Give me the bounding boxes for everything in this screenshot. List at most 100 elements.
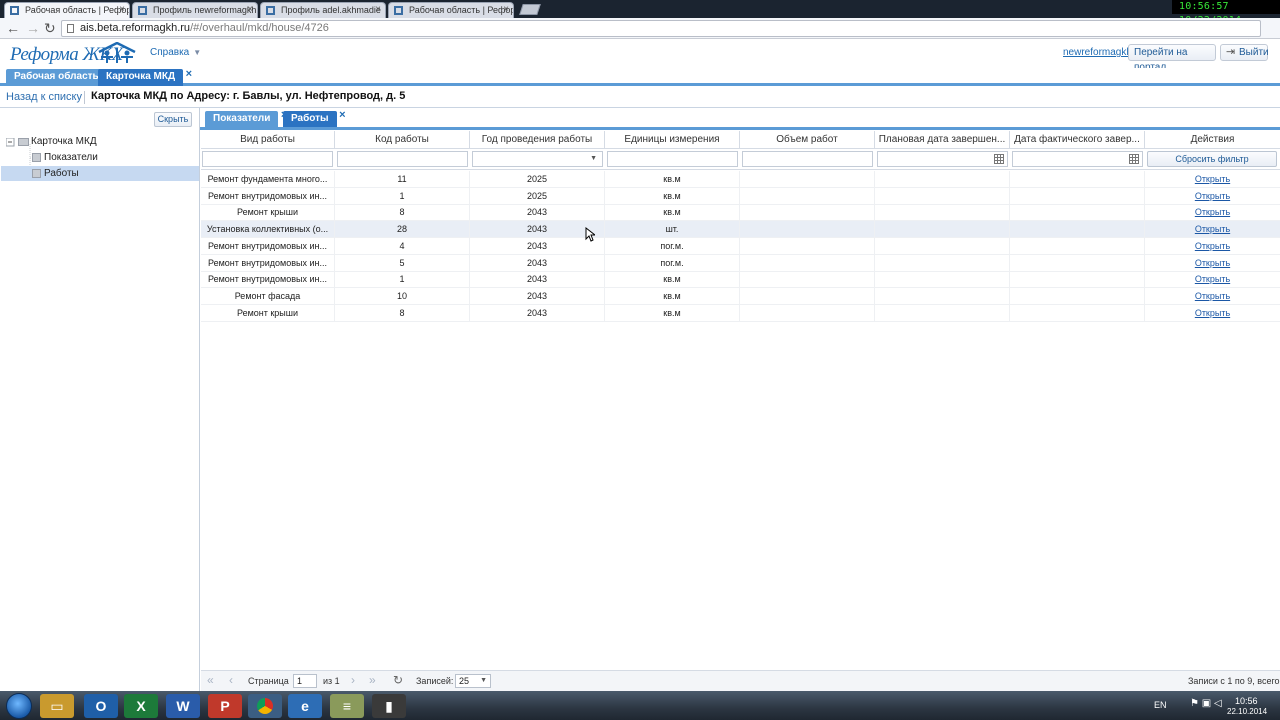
forward-arrow-icon[interactable]: → [26,20,40,36]
filter-planned-date-input[interactable] [877,151,1008,167]
filter-code-input[interactable] [337,151,468,167]
table-row[interactable]: Ремонт внутридомовых ин... 4 2043 пог.м. Отк… [201,237,1280,255]
actions-cell: Открыть [1145,204,1280,221]
empty-cell [1010,237,1145,255]
start-button[interactable] [6,693,32,719]
empty-cell [740,171,875,188]
tab-works[interactable]: Работы × [283,109,346,127]
open-link[interactable]: Открыть [1195,224,1230,234]
tray-icons[interactable]: ⚑ ▣ ◁ [1190,698,1222,709]
column-header[interactable]: Дата фактического завер... [1010,131,1145,149]
tab-workspace[interactable]: Рабочая область [6,69,107,86]
calendar-icon[interactable] [1129,154,1139,164]
open-link[interactable]: Открыть [1195,207,1230,217]
column-header[interactable]: Год проведения работы [470,131,605,149]
close-icon[interactable]: × [186,66,192,82]
empty-cell [740,254,875,272]
tab-indicators[interactable]: Показатели× [205,109,287,127]
logout-button[interactable]: ⇥ Выйти [1220,44,1269,61]
cell-code: 1 [335,187,470,205]
close-icon[interactable]: × [119,4,125,15]
filter-year-select[interactable]: ▼ [472,151,603,167]
grid-favicon-icon [266,6,275,15]
open-link[interactable]: Открыть [1195,191,1230,201]
reset-filter-button[interactable]: Сбросить фильтр [1147,151,1277,167]
ie-icon[interactable]: e [288,694,322,718]
page-number-input[interactable]: 1 [293,674,317,688]
open-link[interactable]: Открыть [1195,174,1230,184]
table-row[interactable]: Ремонт внутридомовых ин... 1 2043 кв.м Откры… [201,271,1280,289]
back-arrow-icon[interactable]: ← [6,20,20,36]
table-row[interactable]: Ремонт внутридомовых ин... 1 2025 кв.м Откры… [201,187,1280,205]
close-icon[interactable]: × [375,4,381,15]
reload-icon[interactable]: ↻ [44,20,56,36]
cell-unit: шт. [605,221,740,239]
chevron-down-icon: ▼ [193,48,202,57]
language-indicator[interactable]: EN [1154,700,1167,710]
table-row[interactable]: Ремонт фундамента много... 11 2025 кв.м Откр… [201,171,1280,188]
filter-actual-date-input[interactable] [1012,151,1143,167]
app-icon[interactable]: ▮ [372,694,406,718]
open-link[interactable]: Открыть [1195,274,1230,284]
table-row[interactable]: Ремонт внутридомовых ин... 5 2043 пог.м. Отк… [201,254,1280,272]
cell-year: 2043 [470,271,605,289]
open-link[interactable]: Открыть [1195,241,1230,251]
outlook-icon[interactable]: O [84,694,118,718]
close-icon[interactable]: × [247,4,253,15]
refresh-icon[interactable]: ↻ [393,673,403,687]
previous-page-icon[interactable]: ‹ [229,673,233,687]
empty-cell [875,271,1010,289]
calendar-icon[interactable] [994,154,1004,164]
first-page-icon[interactable]: « [207,673,214,687]
filter-volume-input[interactable] [742,151,873,167]
empty-cell [875,204,1010,222]
app-header: Реформа ЖКХ Справка ▼ newreformagkh Перей… [0,40,1280,73]
browser-tab[interactable]: Рабочая область | Рефор × [388,2,514,18]
powerpoint-icon[interactable]: P [208,694,242,718]
excel-icon[interactable]: X [124,694,158,718]
filter-unit-input[interactable] [607,151,738,167]
help-menu[interactable]: Справка ▼ [150,47,201,58]
empty-cell [740,271,875,289]
browser-tab[interactable]: Профиль adel.akhmadie × [260,2,386,18]
table-row[interactable]: Ремонт фасада 10 2043 кв.м Открыть [201,287,1280,305]
portal-button[interactable]: Перейти на портал [1128,44,1216,73]
column-header[interactable]: Вид работы [201,131,335,149]
table-row[interactable]: Установка коллективных (о... 28 2043 шт. Отк… [201,221,1280,239]
user-link[interactable]: newreformagkh [1063,47,1132,58]
column-header[interactable]: Единицы измерения [605,131,740,149]
explorer-icon[interactable]: ▭ [40,694,74,718]
column-header[interactable]: Плановая дата завершен... [875,131,1010,149]
tree-node-mkd-card[interactable]: Карточка МКД [18,134,97,149]
open-link[interactable]: Открыть [1195,291,1230,301]
tree-node-works[interactable]: Работы [1,166,199,181]
open-link[interactable]: Открыть [1195,258,1230,268]
close-icon[interactable]: × [339,108,345,123]
last-page-icon[interactable]: » [369,673,376,687]
empty-cell [740,187,875,205]
records-per-page-select[interactable]: 25 ▼ [455,674,491,688]
app-icon[interactable]: ≡ [330,694,364,718]
word-icon[interactable]: W [166,694,200,718]
next-page-icon[interactable]: › [351,673,355,687]
url-input[interactable]: ais.beta.reformagkh.ru/#/overhaul/mkd/ho… [61,20,1261,37]
actions-cell: Открыть [1145,238,1280,255]
column-header[interactable]: Код работы [335,131,470,149]
mouse-cursor-icon [585,227,595,242]
chrome-icon[interactable] [248,694,282,718]
browser-tab[interactable]: Профиль newreformagkh × [132,2,258,18]
browser-tab[interactable]: Рабочая область | Рефор × [4,2,130,18]
close-icon[interactable]: × [503,4,509,15]
new-tab-button[interactable] [519,4,541,15]
open-link[interactable]: Открыть [1195,308,1230,318]
hide-panel-button[interactable]: Скрыть [154,112,192,127]
tab-mkd-card[interactable]: Карточка МКД × [98,68,192,86]
table-row[interactable]: Ремонт крыши 8 2043 кв.м Открыть [201,204,1280,222]
cell-type: Установка коллективных (о... [201,221,335,239]
column-header[interactable]: Объем работ [740,131,875,149]
table-row[interactable]: Ремонт крыши 8 2043 кв.м Открыть [201,304,1280,322]
empty-cell [740,287,875,305]
tree-node-indicators[interactable]: Показатели [32,150,98,165]
filter-work-type-input[interactable] [202,151,333,167]
back-to-list-link[interactable]: Назад к списку [6,91,82,103]
